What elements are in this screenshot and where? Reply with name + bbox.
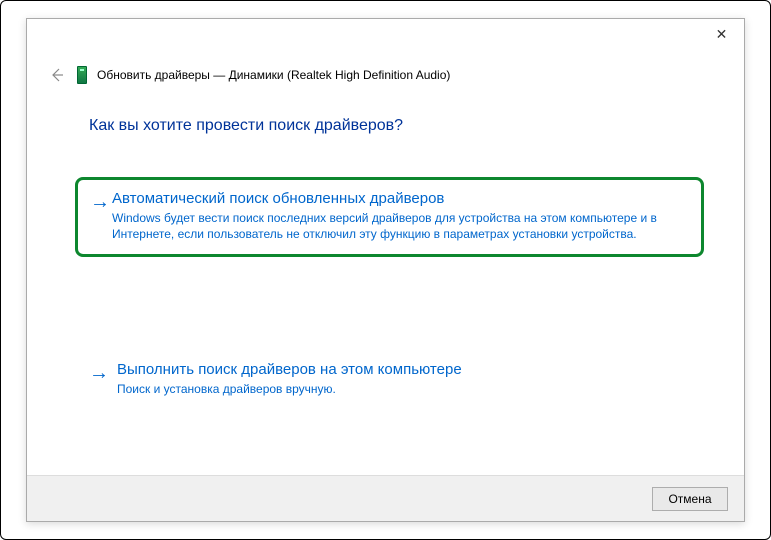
- option-auto-body: Автоматический поиск обновленных драйвер…: [112, 190, 689, 242]
- arrow-right-icon: →: [84, 190, 112, 242]
- option-auto-search[interactable]: → Автоматический поиск обновленных драйв…: [75, 177, 704, 257]
- option-auto-desc: Windows будет вести поиск последних верс…: [112, 210, 689, 242]
- option-browse-body: Выполнить поиск драйверов на этом компью…: [117, 361, 704, 397]
- option-browse-computer[interactable]: → Выполнить поиск драйверов на этом комп…: [89, 361, 704, 397]
- arrow-right-icon: →: [89, 361, 117, 397]
- dialog-footer: Отмена: [27, 475, 744, 521]
- close-icon: ✕: [716, 26, 728, 43]
- device-icon: [77, 66, 87, 84]
- option-browse-desc: Поиск и установка драйверов вручную.: [117, 381, 704, 397]
- instruction-heading: Как вы хотите провести поиск драйверов?: [89, 117, 403, 135]
- close-button[interactable]: ✕: [699, 19, 744, 49]
- dialog-header: Обновить драйверы — Динамики (Realtek Hi…: [47, 65, 450, 85]
- back-arrow-icon: [49, 67, 65, 83]
- cancel-button[interactable]: Отмена: [652, 487, 728, 511]
- update-drivers-dialog: ✕ Обновить драйверы — Динамики (Realtek …: [26, 18, 745, 522]
- option-browse-title: Выполнить поиск драйверов на этом компью…: [117, 361, 704, 378]
- dialog-title: Обновить драйверы — Динамики (Realtek Hi…: [97, 68, 450, 82]
- back-button[interactable]: [47, 65, 67, 85]
- option-auto-title: Автоматический поиск обновленных драйвер…: [112, 190, 689, 207]
